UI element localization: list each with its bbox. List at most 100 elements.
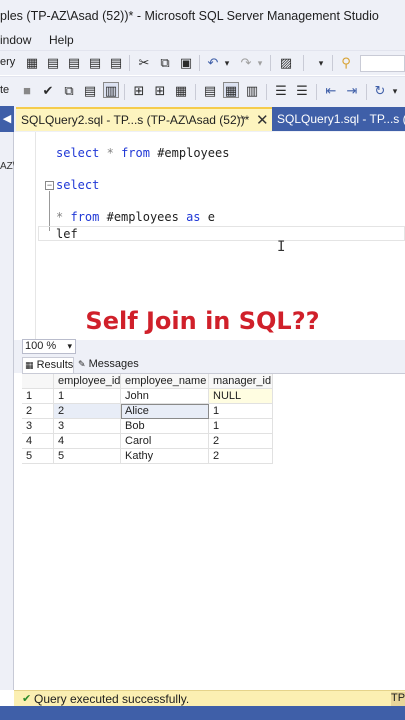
tab-results[interactable]: ▦ Results (22, 357, 74, 373)
display-estimated-plan-icon[interactable]: ⧉ (61, 83, 77, 99)
toolbar-separator (129, 55, 130, 71)
column-header-manager_id[interactable]: manager_id (209, 374, 273, 389)
grid-cell[interactable]: John (121, 389, 209, 404)
undo-dropdown-icon[interactable]: ▾ (222, 55, 232, 71)
query-options-icon[interactable]: ▤ (82, 83, 98, 99)
grid-cell[interactable]: 2 (209, 434, 273, 449)
database-engine-query-icon[interactable]: ▦ (24, 55, 40, 71)
code-identifier: #employees (149, 146, 230, 160)
standard-toolbar: ery ▦ ▤ ▤ ▤ ▤ ✂ ⧉ ▣ ↶ ▾ ↷ ▾ ▨ ▾ ⚲ (0, 50, 405, 75)
code-line-2[interactable]: select (56, 178, 99, 192)
specify-template-values-icon[interactable]: ↻ (372, 83, 388, 99)
grid-cell[interactable]: Kathy (121, 449, 209, 464)
toolbar-overflow-dropdown-icon[interactable]: ▾ (390, 83, 400, 99)
close-tab-icon[interactable]: ✕ (256, 111, 269, 129)
results-to-text-icon[interactable]: ▤ (202, 83, 218, 99)
video-caption: Self Join in SQL?? (85, 307, 320, 335)
menu-bar: indow Help (0, 32, 405, 50)
grid-cell[interactable]: Carol (121, 434, 209, 449)
grid-cell[interactable]: 2 (209, 449, 273, 464)
row-number[interactable]: 3 (22, 419, 54, 434)
uncomment-icon[interactable]: ☰ (294, 83, 310, 99)
code-line-4[interactable]: lef (56, 227, 78, 241)
row-number[interactable]: 1 (22, 389, 54, 404)
results-to-file-icon[interactable]: ▥ (244, 83, 260, 99)
grid-cell[interactable]: 1 (209, 419, 273, 434)
menu-item-help[interactable]: Help (49, 33, 74, 47)
grid-cell-null[interactable]: NULL (209, 389, 273, 404)
dmx-query-icon[interactable]: ▤ (66, 55, 82, 71)
window-title: ples (TP-AZ\Asad (52))* - Microsoft SQL … (0, 9, 379, 23)
tab-messages[interactable]: ✎ Messages (76, 357, 139, 373)
code-keyword: as (186, 210, 201, 224)
results-to-grid-icon[interactable]: ▦ (223, 82, 239, 98)
copy-icon[interactable]: ⧉ (157, 55, 173, 71)
code-keyword: select (56, 178, 100, 192)
redo-dropdown-icon[interactable]: ▾ (255, 55, 265, 71)
region-guide-line (49, 191, 50, 231)
row-number[interactable]: 2 (22, 404, 54, 419)
dax-query-icon[interactable]: ▤ (108, 55, 124, 71)
parse-checkmark-icon[interactable]: ✔ (40, 83, 56, 99)
increase-indent-icon[interactable]: ⇥ (344, 83, 360, 99)
code-line-3[interactable]: * from #employees as e (56, 210, 215, 224)
toolbar-execute-label[interactable]: te (0, 84, 9, 96)
paste-icon[interactable]: ▣ (178, 55, 194, 71)
toolbar-separator (199, 55, 200, 71)
tab-sqlquery2[interactable]: SQLQuery2.sql - TP...s (TP-AZ\Asad (52))… (16, 107, 272, 131)
row-number[interactable]: 4 (22, 434, 54, 449)
comment-out-icon[interactable]: ☰ (273, 83, 289, 99)
redo-icon[interactable]: ↷ (238, 55, 254, 71)
title-bar: ples (TP-AZ\Asad (52))* - Microsoft SQL … (0, 0, 405, 32)
cut-icon[interactable]: ✂ (136, 55, 152, 71)
activity-monitor-icon[interactable]: ▨ (278, 55, 294, 71)
status-server-label: TP (391, 692, 405, 707)
grid-cell-selected[interactable]: Alice (121, 404, 209, 419)
text-cursor-icon: I (277, 239, 286, 255)
toolbar-separator (124, 84, 125, 100)
pin-icon[interactable]: ⊸ (237, 113, 245, 124)
tab-results-label: Results (36, 359, 74, 371)
mdx-query-icon[interactable]: ▤ (45, 55, 61, 71)
toolbar-separator (266, 84, 267, 100)
find-icon[interactable]: ⚲ (338, 55, 354, 71)
column-header-employee_name[interactable]: employee_name (121, 374, 209, 389)
client-statistics-icon[interactable]: ▦ (173, 83, 189, 99)
code-line-1[interactable]: select * from #employees (56, 146, 229, 160)
status-message: Query executed successfully. (34, 692, 190, 706)
tab-sqlquery1-label: SQLQuery1.sql - TP...s ( (277, 112, 405, 126)
tab-sqlquery2-label: SQLQuery2.sql - TP...s (TP-AZ\Asad (52))… (21, 113, 250, 127)
grid-corner[interactable] (22, 374, 54, 389)
results-grid[interactable]: employee_id employee_name manager_id 1 1… (22, 373, 405, 689)
grid-cell[interactable]: 4 (54, 434, 121, 449)
grid-cell[interactable]: Bob (121, 419, 209, 434)
undo-icon[interactable]: ↶ (205, 55, 221, 71)
code-operator: * (106, 146, 114, 160)
live-query-stats-icon[interactable]: ⊞ (152, 83, 168, 99)
collapse-region-icon[interactable]: − (45, 181, 54, 190)
grid-icon: ▦ (25, 360, 34, 370)
include-actual-plan-icon[interactable]: ⊞ (131, 83, 147, 99)
menu-item-window[interactable]: indow (0, 33, 31, 47)
toolbar-new-query-label[interactable]: ery (0, 56, 15, 68)
solution-config-dropdown-icon[interactable]: ▾ (316, 55, 326, 71)
grid-cell[interactable]: 2 (54, 404, 121, 419)
grid-cell[interactable]: 1 (54, 389, 121, 404)
toolbar-separator (303, 55, 304, 71)
panel-collapse-arrow-icon[interactable]: ◀ (0, 106, 14, 132)
tab-messages-label: Messages (88, 358, 139, 370)
xmla-query-icon[interactable]: ▤ (87, 55, 103, 71)
intellisense-icon[interactable]: ▥ (103, 82, 119, 98)
find-input[interactable] (360, 55, 405, 72)
grid-cell[interactable]: 1 (209, 404, 273, 419)
tab-sqlquery1[interactable]: SQLQuery1.sql - TP...s ( (272, 107, 405, 131)
row-number[interactable]: 5 (22, 449, 54, 464)
grid-cell[interactable]: 5 (54, 449, 121, 464)
zoom-select[interactable]: 100 % ▾ (22, 339, 76, 354)
decrease-indent-icon[interactable]: ⇤ (323, 83, 339, 99)
cancel-query-icon[interactable]: ■ (19, 83, 35, 99)
messages-icon: ✎ (78, 359, 86, 369)
grid-cell[interactable]: 3 (54, 419, 121, 434)
toolbar-separator (316, 84, 317, 100)
column-header-employee_id[interactable]: employee_id (54, 374, 121, 389)
